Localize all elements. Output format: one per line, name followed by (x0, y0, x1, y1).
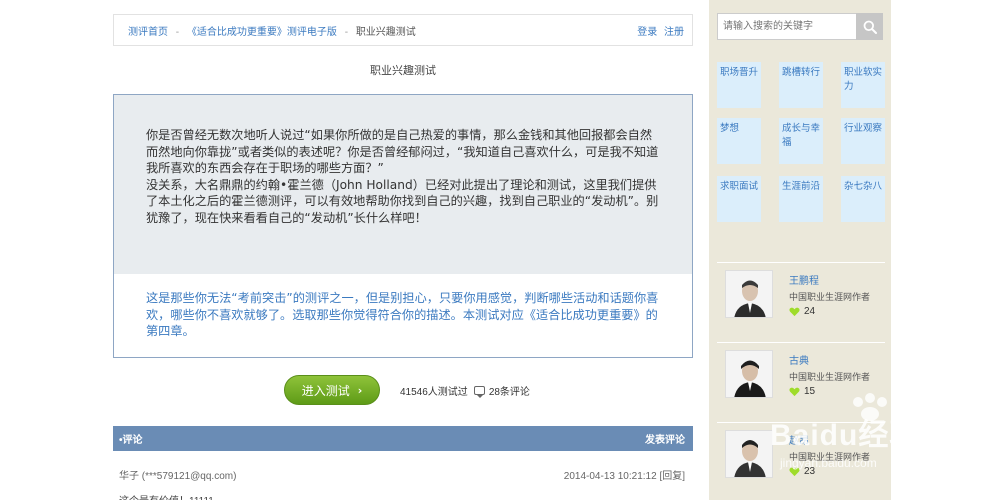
category-tile[interactable]: 职业软实力 (841, 62, 885, 108)
comment-time: 2014-04-13 10:21:12 (563, 471, 657, 482)
author-name[interactable]: 王鹏程 (789, 272, 819, 287)
intro-note-text: 这是那些你无法“考前突击”的测评之一，但是别担心，只要你用感觉，判断哪些活动和话… (146, 291, 659, 338)
comment-meta: 华子 (***579121@qq.com) 2014-04-13 10:21:1… (119, 467, 685, 482)
login-link[interactable]: 登录 (637, 27, 657, 38)
category-tile[interactable]: 杂七杂八 (841, 176, 885, 222)
breadcrumb-book-link[interactable]: 《适合比成功更重要》测评电子版 (187, 27, 337, 38)
search-box (717, 13, 883, 40)
category-tile[interactable]: 成长与幸福 (779, 118, 823, 164)
divider (717, 342, 885, 343)
comment-text: 这个最有价值！11111 (119, 492, 685, 500)
search-icon (863, 20, 877, 34)
likes-count: 24 (804, 306, 816, 317)
baidu-watermark: Baidu经验 jingyan.baidu.com (770, 392, 950, 482)
author-role: 中国职业生涯网作者 (789, 372, 871, 382)
comment-item: 华子 (***579121@qq.com) 2014-04-13 10:21:1… (113, 467, 693, 500)
comment-icon (473, 385, 485, 398)
divider (717, 262, 885, 263)
post-comment-link[interactable]: 发表评论 (645, 431, 685, 446)
watermark-url: jingyan.baidu.com (780, 456, 877, 470)
comment-count: 28条评论 (488, 386, 530, 398)
breadcrumb-home-link[interactable]: 测评首页 (128, 27, 168, 38)
start-test-button[interactable]: 进入测试 › (284, 375, 380, 405)
comments-header: •评论 发表评论 (113, 426, 693, 451)
comment-time-wrap: 2014-04-13 10:21:12 [回复] (564, 467, 685, 482)
avatar[interactable] (725, 350, 773, 398)
reply-link[interactable]: [回复] (659, 471, 685, 482)
author-name[interactable]: 古典 (789, 352, 809, 367)
category-tile[interactable]: 行业观察 (841, 118, 885, 164)
intro-paragraph: 你是否曾经无数次地听人说过“如果你所做的是自己热爱的事情，那么金钱和其他回报都会… (146, 128, 659, 225)
breadcrumb-separator: - (344, 26, 349, 38)
breadcrumb-separator: - (175, 26, 180, 38)
tested-count: 41546人测试过 (400, 386, 468, 398)
breadcrumb-current: 职业兴趣测试 (355, 26, 416, 38)
avatar-image (726, 271, 772, 317)
breadcrumb: 测评首页 - 《适合比成功更重要》测评电子版 - 职业兴趣测试 (128, 23, 416, 38)
page-title: 职业兴趣测试 (370, 65, 436, 77)
category-tile[interactable]: 梦想 (717, 118, 761, 164)
avatar[interactable] (725, 430, 773, 478)
intro-description: 你是否曾经无数次地听人说过“如果你所做的是自己热爱的事情，那么金钱和其他回报都会… (114, 95, 692, 274)
auth-links: 登录 注册 (633, 23, 684, 38)
avatar-image (726, 431, 772, 477)
comment-user: 华子 (***579121@qq.com) (119, 471, 237, 482)
heart-icon (789, 307, 800, 316)
register-link[interactable]: 注册 (664, 27, 684, 38)
start-row: 进入测试 › 41546人测试过 28条评论 (113, 374, 693, 406)
category-tile[interactable]: 生涯前沿 (779, 176, 823, 222)
avatar[interactable] (725, 270, 773, 318)
category-tile[interactable]: 跳槽转行 (779, 62, 823, 108)
avatar-image (726, 351, 772, 397)
search-button[interactable] (856, 13, 883, 40)
search-input[interactable] (717, 13, 856, 40)
chevron-right-icon: › (357, 383, 363, 397)
comments-title: •评论 (119, 435, 143, 446)
category-tile[interactable]: 求职面试 (717, 176, 761, 222)
category-tile[interactable]: 职场晋升 (717, 62, 761, 108)
intro-note: 这是那些你无法“考前突击”的测评之一，但是别担心，只要你用感觉，判断哪些活动和话… (114, 274, 692, 340)
intro-box: 你是否曾经无数次地听人说过“如果你所做的是自己热爱的事情，那么金钱和其他回报都会… (113, 94, 693, 358)
author-role: 中国职业生涯网作者 (789, 292, 871, 302)
watermark-brand: Baidu经验 (770, 419, 921, 452)
likes: 24 (789, 306, 815, 317)
author-card: 王鹏程 中国职业生涯网作者 24 (725, 270, 885, 330)
start-test-label: 进入测试 (301, 383, 350, 398)
main-content: 测评首页 - 《适合比成功更重要》测评电子版 - 职业兴趣测试 登录 注册 职业… (113, 14, 693, 500)
breadcrumb-bar: 测评首页 - 《适合比成功更重要》测评电子版 - 职业兴趣测试 登录 注册 (113, 14, 693, 46)
test-stats: 41546人测试过 28条评论 (400, 383, 530, 398)
